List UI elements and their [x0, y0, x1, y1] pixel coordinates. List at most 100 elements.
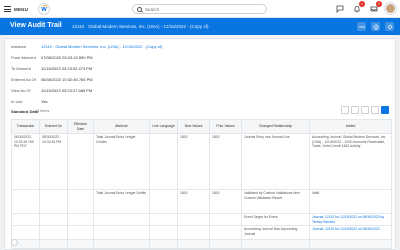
empty-cell — [241, 239, 310, 250]
table-row: 08/30/2022, 10:32:45.765 PM PDT 08/30/20… — [11, 133, 392, 190]
column-header[interactable]: Added — [309, 119, 392, 134]
column-header[interactable]: Transaction — [11, 119, 40, 134]
page-header: View Audit Trail 12110 · Global Modern S… — [0, 18, 400, 35]
workday-logo[interactable]: w — [38, 3, 50, 15]
filter-button[interactable] — [351, 106, 359, 114]
audit-trail-panel: Instance 12110 · Global Modern Services,… — [4, 38, 396, 250]
user-avatar[interactable] — [385, 3, 396, 14]
field-label-to-moment: To Moment — [11, 66, 31, 71]
column-header[interactable]: Effective Date — [67, 119, 94, 134]
scroll-down-button[interactable] — [11, 239, 18, 246]
table-row: Event Target for Event Journal: 12110 fo… — [11, 212, 392, 227]
cell-attribute — [93, 225, 150, 241]
grid-toolbar — [341, 106, 389, 114]
export-excel-button[interactable] — [341, 106, 349, 114]
chat-bubble-icon — [336, 5, 343, 13]
audit-trail-table: Transaction Entered On Effective Date At… — [11, 119, 392, 250]
field-value-view-as-of: 11/15/2023 03:23:27.589 PM — [41, 88, 93, 93]
cell-entered-on — [39, 212, 68, 227]
field-label-view-as-of: View As Of — [11, 88, 31, 93]
standard-data-count: 13 items — [35, 109, 50, 113]
header-actions — [357, 22, 394, 31]
cell-entered-on — [39, 189, 68, 214]
cell-added: Valid — [309, 189, 392, 214]
column-header[interactable]: Line Language — [149, 119, 178, 134]
list-view-button[interactable] — [381, 106, 389, 114]
cell-line-language — [149, 133, 178, 190]
page-title: View Audit Trail — [10, 22, 62, 29]
edit-columns-button[interactable] — [361, 106, 369, 114]
fullscreen-button[interactable] — [371, 106, 379, 114]
cell-new-value — [177, 225, 210, 241]
column-header[interactable]: Changed Relationship — [241, 119, 310, 134]
field-label-in-use: In Use — [11, 99, 23, 104]
cell-effective-date — [67, 133, 94, 190]
cell-attribute: Total Journal Entry Ledger Credits — [93, 133, 150, 190]
cell-transaction — [11, 225, 40, 241]
cell-new-value: 1800 — [177, 189, 210, 214]
inbox-badge: 2 — [376, 1, 382, 7]
ellipsis-icon — [358, 25, 365, 28]
column-header[interactable]: Entered On — [39, 119, 68, 134]
assistant-button[interactable] — [334, 3, 345, 14]
cell-effective-date — [67, 212, 94, 227]
search-icon — [137, 6, 142, 12]
table-row: Total Journal Entry Ledger Debits 1800 1… — [11, 189, 392, 214]
print-button[interactable] — [371, 22, 380, 31]
field-label-from-moment: From Moment — [11, 55, 36, 60]
cell-line-language — [149, 189, 178, 214]
cell-entered-on — [39, 225, 68, 241]
notifications-button[interactable]: 1 — [351, 1, 365, 14]
table-row-empty — [11, 239, 392, 250]
table-header-row: Transaction Entered On Effective Date At… — [11, 119, 392, 134]
cell-prior-value: 1800 — [209, 133, 242, 190]
notification-badge: 1 — [359, 1, 365, 7]
cell-added[interactable]: Journal: 12110 for 12/15/2022 on 08/30/2… — [309, 225, 392, 241]
column-header[interactable]: Attribute — [93, 119, 150, 134]
cell-line-language — [149, 212, 178, 227]
empty-cell — [67, 239, 94, 250]
empty-cell — [149, 239, 178, 250]
cell-new-value — [177, 212, 210, 227]
cell-effective-date — [67, 189, 94, 214]
settings-button[interactable] — [385, 22, 394, 31]
field-label-instance: Instance — [11, 44, 27, 49]
cell-transaction — [11, 189, 40, 214]
cell-changed-relationship: Event Target for Event — [241, 212, 310, 227]
cell-changed-relationship: Journal Entry has Journal Line — [241, 133, 310, 190]
empty-cell — [39, 239, 68, 250]
column-header[interactable]: Prior Values — [209, 119, 242, 134]
field-value-to-moment: 11/15/2023 03:23:32.474 PM — [41, 66, 93, 71]
empty-cell — [93, 239, 150, 250]
cell-transaction: 08/30/2022, 10:32:45.765 PM PDT — [11, 133, 40, 190]
related-actions-button[interactable] — [357, 22, 366, 31]
cell-prior-value — [209, 225, 242, 241]
cell-entered-on: 08/30/2022, 10:32:45 PM — [39, 133, 68, 190]
empty-cell — [309, 239, 392, 250]
top-navigation-bar: MENU w Search 1 2 — [0, 0, 400, 18]
field-value-instance[interactable]: 12110 · Global Modern Services, Inc. (US… — [41, 44, 162, 49]
field-value-in-use: Yes — [41, 99, 48, 104]
cell-attribute — [93, 212, 150, 227]
cell-prior-value — [209, 212, 242, 227]
empty-cell — [177, 239, 210, 250]
top-right-icons: 1 2 — [334, 1, 396, 14]
inbox-button[interactable]: 2 — [368, 1, 382, 14]
page-subtitle: 12110 · Global Modern Services, Inc. (US… — [72, 24, 209, 29]
menu-button[interactable]: MENU — [4, 4, 28, 14]
column-header[interactable]: New Values — [177, 119, 210, 134]
cell-effective-date — [67, 225, 94, 241]
menu-label: MENU — [14, 6, 29, 12]
field-value-from-moment: 07/08/2020 09:23:15.590 PM — [41, 55, 93, 60]
cell-added[interactable]: Journal: 12110 for 12/15/2022 on 08/30/2… — [309, 212, 392, 227]
cell-changed-relationship: Accounting Journal Has Accounting Journa… — [241, 225, 310, 241]
gear-icon — [387, 24, 392, 29]
search-input[interactable]: Search — [132, 4, 267, 14]
cell-line-language — [149, 225, 178, 241]
cell-new-value: 1800 — [177, 133, 210, 190]
cell-changed-relationship: Validated by Custom Validations Item Cus… — [241, 189, 310, 214]
empty-cell — [209, 239, 242, 250]
table-row: Accounting Journal Has Accounting Journa… — [11, 225, 392, 241]
field-label-entered-as-of: Entered As Of — [11, 77, 36, 82]
print-icon — [373, 24, 378, 30]
